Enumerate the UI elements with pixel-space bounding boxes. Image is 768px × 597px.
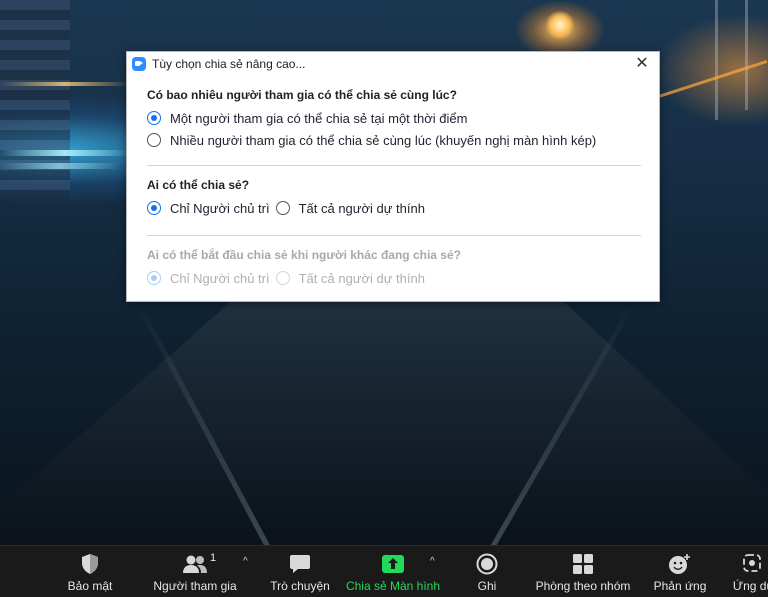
radio-label: Nhiều người tham gia có thể chia sẻ cùng… xyxy=(170,132,597,148)
toolbar-label: Phản ứng xyxy=(653,579,707,593)
radio-label-all-attendees[interactable]: Tất cả người dự thính xyxy=(299,201,425,216)
toolbar-label: Người tham gia xyxy=(153,579,237,593)
participant-count: 1 xyxy=(210,552,217,564)
background-pole xyxy=(745,0,748,110)
toolbar-label: Phòng theo nhóm xyxy=(535,579,631,593)
section-simultaneous-sharing: Có bao nhiêu người tham gia có thể chia … xyxy=(147,88,641,151)
share-screen-icon xyxy=(381,550,405,578)
breakout-rooms-button[interactable]: Phòng theo nhóm xyxy=(530,546,636,597)
section-divider xyxy=(147,165,641,166)
toolbar-label: Ghi xyxy=(477,579,497,593)
participants-button[interactable]: 1 Người tham gia xyxy=(150,546,240,597)
section-heading: Có bao nhiêu người tham gia có thể chia … xyxy=(147,88,457,102)
close-button[interactable]: ✕ xyxy=(633,55,651,73)
shield-icon xyxy=(80,550,100,578)
meeting-toolbar: Bảo mật 1 Người tham gia ^ Trò chuyện Ch… xyxy=(0,545,768,597)
radio-label: Một người tham gia có thể chia sẻ tại mộ… xyxy=(170,110,468,126)
security-button[interactable]: Bảo mật xyxy=(60,546,120,597)
background-light-streak xyxy=(0,163,120,169)
background-light-streak xyxy=(0,82,130,86)
participants-icon xyxy=(182,550,208,578)
background-building xyxy=(0,0,70,200)
breakout-rooms-icon xyxy=(572,550,594,578)
radio-button-disabled xyxy=(275,271,290,285)
radio-button-checked-disabled xyxy=(147,271,161,285)
dialog-titlebar[interactable]: Tùy chọn chia sẻ nâng cao... ✕ xyxy=(127,52,659,76)
radio-multiple-participants[interactable]: Nhiều người tham gia có thể chia sẻ cùng… xyxy=(147,129,641,151)
radio-label-host-only[interactable]: Chỉ Người chủ trì xyxy=(170,201,270,216)
section-who-can-start-sharing: Ai có thể bắt đầu chia sẻ khi người khác… xyxy=(147,248,641,289)
toolbar-label: Bảo mật xyxy=(67,579,113,593)
toolbar-label: Chia sẻ Màn hình xyxy=(345,579,441,593)
dialog-title: Tùy chọn chia sẻ nâng cao... xyxy=(152,57,306,71)
record-button[interactable]: Ghi xyxy=(462,546,512,597)
radio-group-who-can-share: Chỉ Người chủ trì Tất cả người dự thính xyxy=(147,197,641,219)
radio-button-checked[interactable] xyxy=(147,111,161,125)
zoom-app-icon xyxy=(132,57,146,71)
record-icon xyxy=(476,550,498,578)
radio-label-host-only: Chỉ Người chủ trì xyxy=(170,270,270,286)
background-rail-light xyxy=(642,59,768,104)
apps-button[interactable]: Ứng dụ xyxy=(728,546,768,597)
background-pole xyxy=(715,0,718,120)
background-light-streak xyxy=(0,150,130,156)
section-divider xyxy=(147,235,641,236)
chat-button[interactable]: Trò chuyện xyxy=(265,546,335,597)
radio-group-who-can-start-sharing: Chỉ Người chủ trì Tất cả người dự thính xyxy=(147,267,641,289)
radio-button-checked[interactable] xyxy=(147,201,161,215)
participants-caret-icon[interactable]: ^ xyxy=(243,556,248,567)
section-heading: Ai có thể chia sẻ? xyxy=(147,178,250,192)
radio-button[interactable] xyxy=(147,133,161,147)
reactions-button[interactable]: Phản ứng xyxy=(648,546,712,597)
share-screen-button[interactable]: Chia sẻ Màn hình xyxy=(343,546,443,597)
radio-button[interactable] xyxy=(275,201,290,215)
section-heading: Ai có thể bắt đầu chia sẻ khi người khác… xyxy=(147,248,461,262)
background-street-light xyxy=(545,10,575,40)
section-who-can-share: Ai có thể chia sẻ? Chỉ Người chủ trì Tất… xyxy=(147,178,641,219)
radio-label-all-attendees: Tất cả người dự thính xyxy=(298,270,425,286)
advanced-sharing-options-dialog: Tùy chọn chia sẻ nâng cao... ✕ Có bao nh… xyxy=(126,51,660,302)
toolbar-label: Ứng dụ xyxy=(732,579,768,593)
toolbar-label: Trò chuyện xyxy=(270,579,330,593)
apps-icon xyxy=(742,550,764,578)
chat-icon xyxy=(289,550,311,578)
share-screen-caret-icon[interactable]: ^ xyxy=(430,556,435,567)
reactions-icon xyxy=(668,550,692,578)
radio-one-participant[interactable]: Một người tham gia có thể chia sẻ tại mộ… xyxy=(147,107,641,129)
